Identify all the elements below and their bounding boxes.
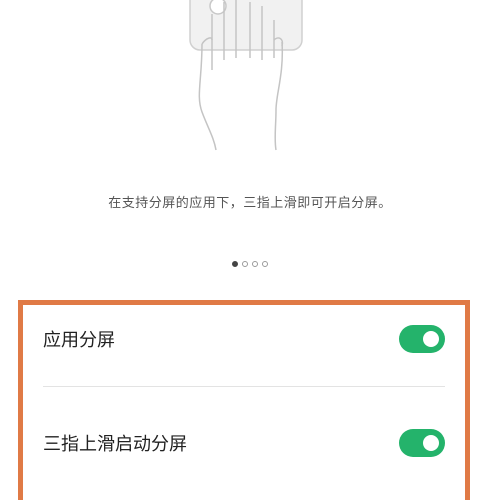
page-dot-active[interactable] <box>232 261 238 267</box>
app-split-screen-toggle[interactable] <box>399 325 445 353</box>
setting-label-app-split-screen: 应用分屏 <box>43 330 115 351</box>
setting-row-app-split-screen[interactable]: 应用分屏 <box>43 319 445 359</box>
page-dot[interactable] <box>252 261 258 267</box>
setting-row-three-finger-swipe[interactable]: 三指上滑启动分屏 <box>43 423 445 463</box>
split-screen-settings: 应用分屏 三指上滑启动分屏 <box>18 300 470 500</box>
page-indicator <box>0 261 500 267</box>
page-dot[interactable] <box>262 261 268 267</box>
gesture-caption: 在支持分屏的应用下，三指上滑即可开启分屏。 <box>108 196 392 211</box>
gesture-illustration <box>150 0 350 160</box>
toggle-knob <box>423 331 439 347</box>
three-finger-swipe-hand-icon <box>189 0 303 151</box>
divider <box>43 386 445 387</box>
toggle-knob <box>423 435 439 451</box>
three-finger-swipe-toggle[interactable] <box>399 429 445 457</box>
page-dot[interactable] <box>242 261 248 267</box>
setting-label-three-finger-swipe: 三指上滑启动分屏 <box>43 434 187 455</box>
